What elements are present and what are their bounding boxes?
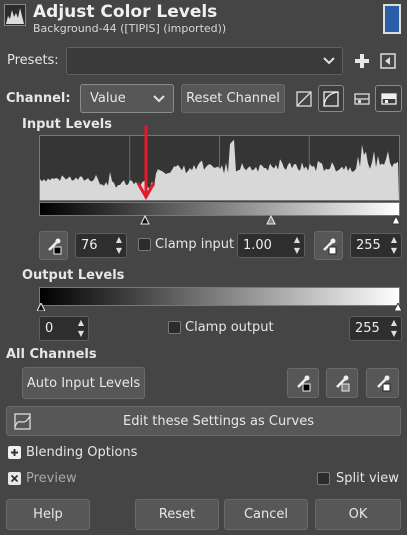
histogram [39,135,400,201]
split-view-toggle[interactable]: Split view [317,471,399,486]
header: Adjust Color Levels Background-44 ([TIPI… [0,0,407,42]
input-high-value: 255 [356,238,381,253]
output-high-value: 255 [355,321,380,336]
presets-combo[interactable] [66,47,343,75]
channel-label: Channel: [6,91,71,106]
preview-toggle[interactable]: Preview [8,471,77,486]
close-icon [10,474,19,483]
split-view-icon [354,91,370,107]
input-high-handle[interactable] [391,215,401,225]
output-gradient[interactable] [39,287,400,306]
preview-label: Preview [26,471,77,486]
input-gamma-value: 1.00 [243,238,272,253]
blending-options-label: Blending Options [26,445,138,460]
edit-as-curves-label: Edit these Settings as Curves [123,413,314,429]
split-view-label: Split view [336,471,399,486]
spin-arrows[interactable]: ▲ ▼ [389,235,399,256]
input-high-spinbox[interactable]: 255 ▲ ▼ [350,233,402,258]
channel-combo[interactable]: Value [80,84,174,113]
presets-menu-button[interactable] [380,53,396,69]
reset-channel-button[interactable]: Reset Channel [181,84,285,113]
input-low-spinbox[interactable]: 76 ▲ ▼ [75,233,127,258]
reset-button[interactable]: Reset [135,499,219,530]
preview-checkbox[interactable] [8,472,21,485]
pick-black-input-button[interactable] [39,231,68,260]
picker-white-icon [374,374,392,392]
clamp-output-checkbox[interactable] [168,321,181,334]
plus-icon [8,446,21,459]
all-channels-heading: All Channels [6,347,97,362]
input-gamma-handle[interactable] [265,215,276,225]
annotation-arrow [136,123,158,203]
view-mode-button-2[interactable] [375,85,402,112]
clamp-output-label: Clamp output [185,320,274,335]
log-histogram-icon [323,90,339,107]
picker-black-icon [294,374,312,392]
auto-input-levels-button[interactable]: Auto Input Levels [22,367,145,399]
linear-histogram-icon [296,91,312,107]
levels-icon [4,4,26,26]
log-histogram-button[interactable] [318,85,344,112]
edit-as-curves-button[interactable]: Edit these Settings as Curves [6,406,401,436]
blending-options-expander[interactable]: Blending Options [8,445,137,460]
color-swatch [383,4,401,34]
spin-arrows[interactable]: ▲ ▼ [114,235,124,256]
help-button[interactable]: Help [6,499,90,530]
output-high-handle[interactable] [394,303,402,311]
curves-icon [14,413,31,430]
picker-white-icon [320,237,338,255]
output-high-spinbox[interactable]: 255 ▲ ▼ [349,316,402,341]
menu-left-icon [380,53,396,69]
output-low-handle[interactable] [37,303,45,311]
split-view-checkbox[interactable] [317,472,330,485]
add-preset-button[interactable] [353,52,371,70]
output-levels-heading: Output Levels [22,268,125,283]
input-gradient[interactable] [39,202,400,216]
spin-arrows[interactable]: ▲ ▼ [389,318,399,339]
channel-value: Value [90,91,126,106]
output-low-spinbox[interactable]: 0 ▲ ▼ [39,316,89,341]
clamp-input-checkbox[interactable] [138,238,151,251]
spin-arrows[interactable]: ▲ ▼ [292,235,302,256]
ok-button[interactable]: OK [315,499,401,530]
chevron-down-icon [322,56,336,66]
input-levels-heading: Input Levels [22,117,112,132]
pick-white-input-button[interactable] [314,231,343,260]
input-handle-track [39,215,401,225]
input-gamma-spinbox[interactable]: 1.00 ▲ ▼ [237,233,305,258]
output-low-value: 0 [45,321,54,336]
combined-view-icon [380,91,397,107]
input-low-value: 76 [81,238,98,253]
chevron-down-icon [152,94,166,104]
picker-black-icon [45,237,63,255]
pick-gray-all-button[interactable] [326,368,358,398]
dialog-subtitle: Background-44 ([TIPIS] (imported)) [33,22,227,35]
spin-arrows[interactable]: ▲ ▼ [76,318,86,339]
linear-histogram-button[interactable] [292,87,316,111]
view-mode-button-1[interactable] [351,87,373,111]
picker-gray-icon [333,374,351,392]
clamp-input-label: Clamp input [155,237,235,252]
presets-label: Presets: [7,53,59,68]
cancel-button[interactable]: Cancel [224,499,308,530]
input-low-handle[interactable] [140,215,151,225]
pick-white-all-button[interactable] [366,368,399,398]
plus-icon [353,52,371,70]
pick-black-all-button[interactable] [287,368,319,398]
dialog-title: Adjust Color Levels [33,2,218,22]
